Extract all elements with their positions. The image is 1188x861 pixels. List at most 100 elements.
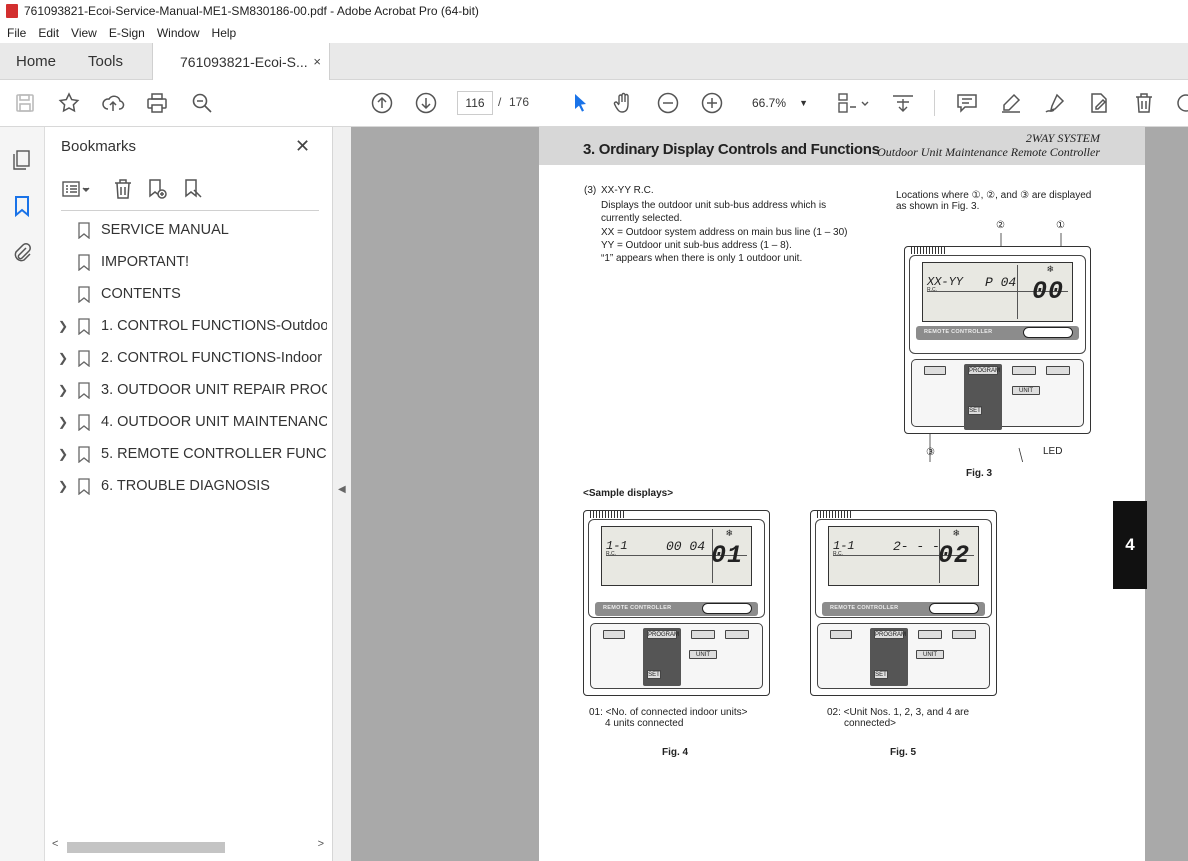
remote-band: REMOTE CONTROLLER [916, 326, 1079, 340]
highlight-pen-icon[interactable] [999, 91, 1023, 115]
edit-pdf-icon[interactable] [1087, 91, 1111, 115]
bookmark-item[interactable]: SERVICE MANUAL [45, 219, 333, 245]
comment-icon[interactable] [955, 91, 979, 115]
tab-document[interactable]: 761093821-Ecoi-S... × [152, 43, 330, 80]
menu-edit[interactable]: Edit [31, 26, 64, 40]
locations-text: as shown in Fig. 3. [896, 201, 980, 212]
bookmark-item[interactable]: ❯ 4. OUTDOOR UNIT MAINTENANCI [45, 411, 333, 437]
bookmark-ribbon-icon [78, 318, 90, 336]
menu-help[interactable]: Help [205, 26, 242, 40]
window-title: 761093821-Ecoi-Service-Manual-ME1-SM8301… [24, 4, 479, 18]
save-icon[interactable] [13, 91, 37, 115]
display-housing: XX-YY R.C. P 04 00 ❄ REMOTE CONTROLLER [909, 255, 1086, 354]
bookmark-ribbon-icon [78, 478, 90, 496]
lcd-mid-value: P 04 [985, 275, 1017, 290]
key [952, 630, 976, 639]
delete-bookmark-icon[interactable] [111, 177, 135, 201]
sample-displays-heading: <Sample displays> [583, 488, 674, 499]
expand-chevron-icon[interactable]: ❯ [58, 383, 68, 397]
attachments-paperclip-icon[interactable] [10, 241, 34, 265]
zoom-level-select[interactable]: 66.7% ▼ [744, 91, 814, 115]
bookmark-star-icon[interactable] [57, 91, 81, 115]
close-icon[interactable]: ✕ [295, 136, 310, 157]
expand-chevron-icon[interactable]: ❯ [58, 415, 68, 429]
item-line: currently selected. [601, 213, 683, 224]
figure-caption: Fig. 5 [890, 747, 917, 758]
page-number-input[interactable]: 116 [457, 91, 493, 115]
item-line: Displays the outdoor unit sub-bus addres… [601, 200, 827, 211]
fan-key [691, 630, 715, 639]
remote-band-text: REMOTE CONTROLLER [603, 605, 672, 611]
scroll-mode-icon[interactable] [891, 91, 915, 115]
callout-3: ③ [926, 447, 935, 458]
select-cursor-icon[interactable] [568, 91, 592, 115]
options-menu-icon[interactable] [61, 177, 90, 201]
bookmark-label: 4. OUTDOOR UNIT MAINTENANCI [101, 414, 327, 430]
bookmark-item[interactable]: ❯ 3. OUTDOOR UNIT REPAIR PROCE [45, 379, 333, 405]
menu-esign[interactable]: E-Sign [102, 26, 150, 40]
scroll-right-icon[interactable]: > [318, 838, 324, 850]
bookmark-label: IMPORTANT! [101, 254, 190, 270]
panel-splitter[interactable]: ◀ [333, 127, 351, 861]
lcd-big-value: 00 [1031, 277, 1064, 306]
hand-tool-icon[interactable] [611, 91, 635, 115]
expand-chevron-icon[interactable]: ❯ [58, 447, 68, 461]
lcd-rc-label: R.C. [927, 287, 937, 293]
callout-2: ② [996, 220, 1005, 231]
remote-controller-fig4: 1-1 R.C. 00 04 01 ❄ REMOTE CONTROLLER PR… [583, 510, 770, 696]
zoom-in-icon[interactable] [700, 91, 724, 115]
horizontal-scrollbar[interactable]: < > [52, 838, 324, 856]
sign-pen-icon[interactable] [1043, 91, 1067, 115]
remote-band: REMOTE CONTROLLER [595, 602, 758, 616]
menu-window[interactable]: Window [150, 26, 205, 40]
scroll-left-icon[interactable]: < [52, 838, 58, 850]
toolbar: 116 / 176 66.7% ▼ [0, 80, 1188, 127]
next-page-icon[interactable] [414, 91, 438, 115]
close-tab-icon[interactable]: × [313, 54, 321, 69]
page-thumbnails-icon[interactable] [10, 148, 34, 172]
menu-file[interactable]: File [0, 26, 31, 40]
program-key: PROGRAM [968, 366, 1001, 375]
tab-tools[interactable]: Tools [88, 43, 123, 80]
remote-controller-fig5: 1-1 R.C. 2- - - 02 ❄ REMOTE CONTROLLER P… [810, 510, 997, 696]
new-bookmark-icon[interactable] [145, 177, 169, 201]
bookmark-item[interactable]: ❯ 1. CONTROL FUNCTIONS-Outdoor [45, 315, 333, 341]
zoom-out-icon[interactable] [656, 91, 680, 115]
bookmark-item[interactable]: IMPORTANT! [45, 251, 333, 277]
tab-home[interactable]: Home [16, 43, 56, 80]
menu-view[interactable]: View [64, 26, 102, 40]
bookmarks-panel-icon[interactable] [10, 194, 34, 218]
bookmarks-title: Bookmarks [61, 138, 137, 155]
bookmark-ribbon-icon [78, 222, 90, 240]
bookmark-label: 6. TROUBLE DIAGNOSIS [101, 478, 270, 494]
bookmark-item[interactable]: CONTENTS [45, 283, 333, 309]
document-viewer[interactable]: 3. Ordinary Display Controls and Functio… [351, 127, 1188, 861]
figure-note: connected> [844, 718, 896, 729]
set-key: SET [874, 670, 888, 679]
more-tools-icon[interactable] [1174, 91, 1188, 115]
expand-chevron-icon[interactable]: ❯ [58, 479, 68, 493]
find-bookmark-icon[interactable] [181, 177, 205, 201]
search-zoom-icon[interactable] [190, 91, 214, 115]
lcd-rc-label: R.C. [606, 551, 616, 557]
print-icon[interactable] [145, 91, 169, 115]
previous-page-icon[interactable] [370, 91, 394, 115]
bookmark-item[interactable]: ❯ 6. TROUBLE DIAGNOSIS [45, 475, 333, 501]
upload-cloud-icon[interactable] [101, 91, 125, 115]
expand-chevron-icon[interactable]: ❯ [58, 319, 68, 333]
key [924, 366, 946, 375]
program-key: PROGRAM [874, 630, 907, 639]
set-key: SET [647, 670, 661, 679]
bookmark-item[interactable]: ❯ 2. CONTROL FUNCTIONS-Indoor U [45, 347, 333, 373]
page-display-icon[interactable] [836, 91, 870, 115]
bookmark-ribbon-icon [78, 254, 90, 272]
collapse-panel-icon[interactable]: ◀ [338, 484, 346, 495]
delete-trash-icon[interactable] [1132, 91, 1156, 115]
pdf-page: 3. Ordinary Display Controls and Functio… [539, 127, 1145, 861]
scrollbar-thumb[interactable] [67, 842, 225, 853]
snowflake-icon: ❄ [952, 528, 960, 538]
expand-chevron-icon[interactable]: ❯ [58, 351, 68, 365]
bookmark-item[interactable]: ❯ 5. REMOTE CONTROLLER FUNCTIC [45, 443, 333, 469]
figure-caption: Fig. 4 [662, 747, 689, 758]
bookmark-label: CONTENTS [101, 286, 181, 302]
